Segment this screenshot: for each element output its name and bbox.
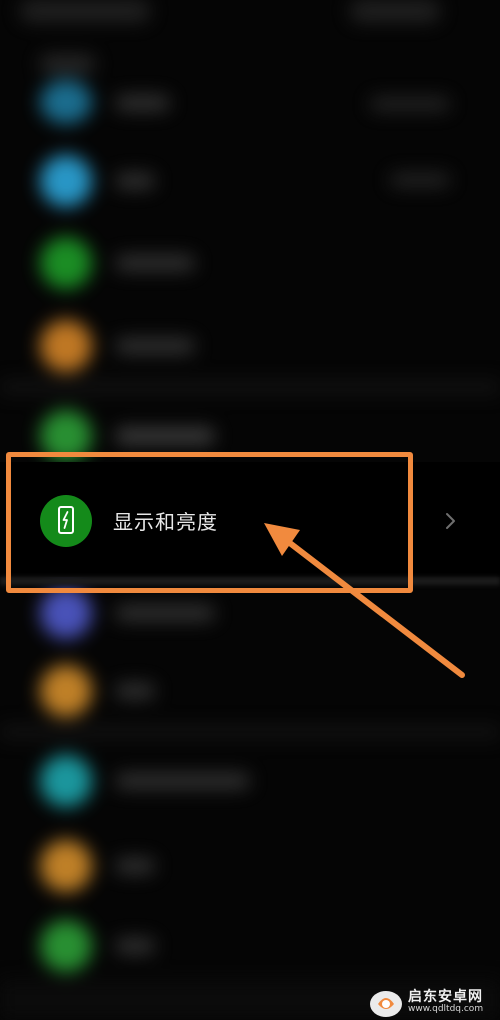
blurred-status-right [350, 0, 440, 22]
watermark-url: www.qdltdq.com [408, 1004, 484, 1014]
watermark-logo-icon [370, 991, 402, 1017]
site-watermark: 启东安卓网 www.qdltdq.com [368, 986, 498, 1018]
blurred-list-item[interactable] [0, 650, 500, 730]
blurred-label [115, 605, 215, 621]
blurred-label [115, 773, 250, 789]
blurred-list-item[interactable] [0, 740, 500, 820]
blurred-icon [40, 755, 92, 807]
blurred-list-item[interactable] [0, 305, 500, 385]
blurred-icon [40, 80, 92, 124]
blurred-list-item[interactable] [0, 70, 500, 150]
blurred-list-item[interactable] [0, 222, 500, 302]
watermark-name: 启东安卓网 [408, 989, 483, 1005]
chevron-right-icon [446, 513, 455, 529]
blurred-divider [0, 725, 500, 739]
blurred-divider [0, 380, 500, 394]
blurred-label [115, 95, 170, 111]
blurred-list-item[interactable] [0, 825, 500, 905]
blurred-icon [40, 920, 92, 972]
settings-screen: 显示和亮度 启东安卓网 www.qdltdq.com [0, 0, 500, 1020]
blurred-status-left [20, 0, 150, 22]
blurred-icon [40, 155, 92, 207]
highlight-box [6, 452, 413, 593]
blurred-label [115, 338, 195, 354]
blurred-list-item[interactable] [0, 140, 500, 220]
blurred-label [115, 938, 155, 954]
blurred-label [115, 858, 155, 874]
blurred-value [370, 97, 450, 111]
blurred-label [115, 683, 155, 699]
blurred-icon [40, 587, 92, 639]
blurred-label [115, 173, 155, 189]
blurred-value [390, 173, 450, 187]
blurred-icon [40, 237, 92, 289]
blurred-icon [40, 320, 92, 372]
blurred-label [115, 428, 215, 444]
blurred-list-item[interactable] [0, 905, 500, 985]
blurred-icon [40, 840, 92, 892]
blurred-icon [40, 665, 92, 717]
blurred-label [115, 255, 195, 271]
